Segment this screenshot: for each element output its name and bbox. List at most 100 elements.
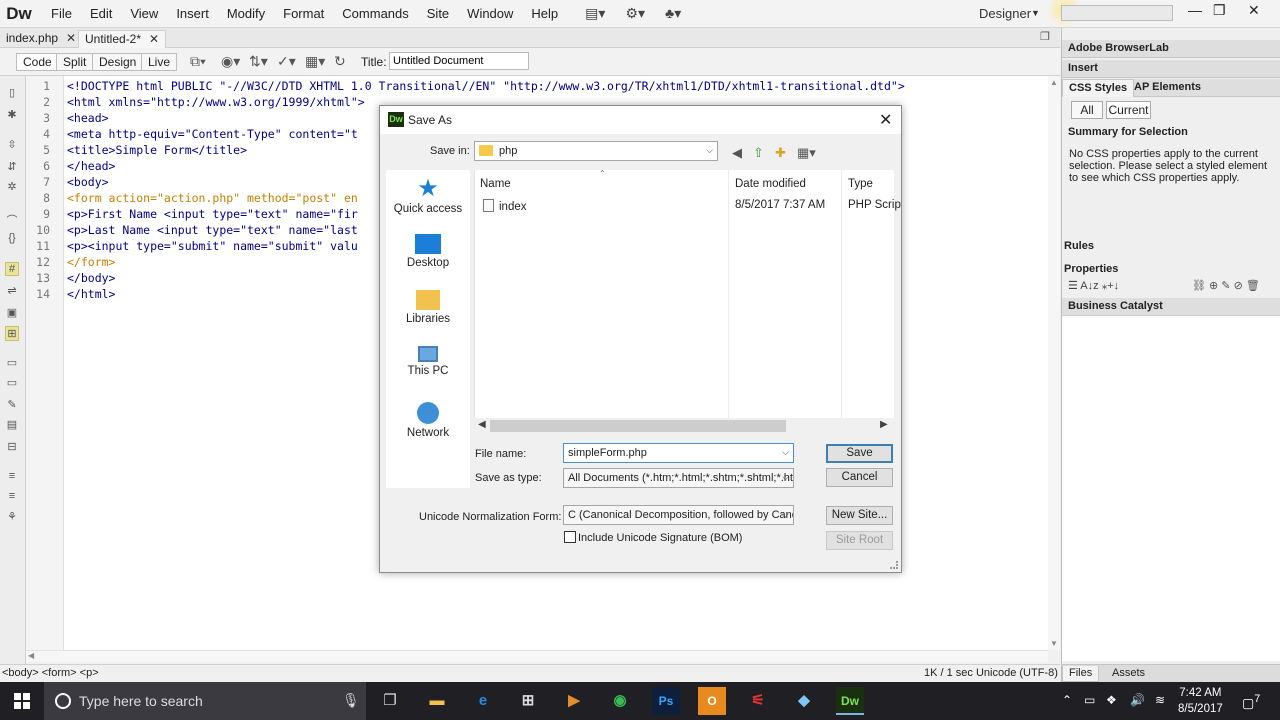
highlight-invalid-icon[interactable]: ⇌ bbox=[5, 284, 19, 297]
microphone-icon[interactable]: 🎙 bbox=[342, 692, 360, 709]
code-line[interactable]: <head> bbox=[67, 111, 109, 125]
scroll-left-icon[interactable]: ◀ bbox=[478, 419, 486, 430]
new-folder-icon[interactable]: ✚ bbox=[775, 145, 786, 161]
menu-edit[interactable]: Edit bbox=[81, 0, 121, 28]
wrap-tag-icon[interactable]: ✎ bbox=[5, 398, 19, 411]
tab-ap-elements[interactable]: AP Elements bbox=[1128, 79, 1207, 97]
code-line[interactable]: <html xmlns="http://www.w3.org/1999/xhtm… bbox=[67, 95, 365, 109]
close-icon[interactable]: ✕ bbox=[66, 31, 76, 45]
file-list-scrollbar[interactable]: ◀ ▶ bbox=[474, 418, 894, 434]
unicode-normalization-select[interactable]: C (Canonical Decomposition, followed by … bbox=[563, 505, 794, 525]
extend-gear-icon[interactable]: ⚙▾ bbox=[625, 5, 645, 22]
property-action-icons[interactable]: ⛓ ⊕ ✎ ⊘ 🗑 bbox=[1192, 279, 1260, 292]
braces-icon[interactable]: {} bbox=[5, 232, 19, 244]
property-view-icons[interactable]: ☰ A↓z ⁎+↓ bbox=[1068, 279, 1119, 292]
select-parent-icon[interactable]: ✲ bbox=[5, 180, 19, 193]
scroll-down-icon[interactable]: ▼ bbox=[1050, 639, 1058, 648]
code-line[interactable]: <p>Last Name <input type="text" name="la… bbox=[67, 223, 358, 237]
place-desktop[interactable]: Desktop bbox=[386, 234, 470, 269]
wifi-icon[interactable]: ≋ bbox=[1155, 693, 1165, 707]
menu-insert[interactable]: Insert bbox=[167, 0, 218, 28]
windows-start-icon[interactable] bbox=[14, 693, 30, 709]
tab-untitled-2[interactable]: Untitled-2* ✕ bbox=[78, 30, 167, 48]
save-in-select[interactable]: php ⌵ bbox=[474, 141, 718, 161]
menu-help[interactable]: Help bbox=[522, 0, 567, 28]
code-horizontal-scrollbar[interactable]: ◀ bbox=[26, 650, 1048, 662]
css-current-button[interactable]: Current bbox=[1106, 101, 1151, 119]
design-view-button[interactable]: Design bbox=[92, 53, 144, 71]
photoshop-icon[interactable]: Ps bbox=[652, 687, 680, 715]
bom-label[interactable]: Include Unicode Signature (BOM) bbox=[578, 532, 742, 544]
document-title-input[interactable] bbox=[389, 52, 529, 70]
code-line[interactable]: </head> bbox=[67, 159, 115, 173]
syntax-error-icon[interactable]: ▣ bbox=[5, 306, 19, 319]
place-libraries[interactable]: Libraries bbox=[386, 290, 470, 325]
panel-insert[interactable]: Insert bbox=[1062, 60, 1280, 78]
split-view-button[interactable]: Split bbox=[56, 53, 94, 71]
code-line[interactable]: </form> bbox=[67, 255, 115, 269]
live-view-button[interactable]: Live bbox=[141, 53, 178, 71]
code-line[interactable]: <p>First Name <input type="text" name="f… bbox=[67, 207, 358, 221]
panel-business-catalyst[interactable]: Business Catalyst bbox=[1062, 298, 1280, 316]
view-menu-icon[interactable]: ▦▾ bbox=[797, 145, 816, 161]
bom-checkbox[interactable] bbox=[564, 531, 576, 543]
site-icon[interactable]: ♣▾ bbox=[665, 5, 681, 22]
task-view-icon[interactable]: ❐ bbox=[376, 687, 404, 715]
multiscreen-icon[interactable]: ⧉▾ bbox=[190, 53, 206, 70]
balance-braces-icon[interactable]: ⌒ bbox=[5, 212, 19, 228]
code-line[interactable]: <!DOCTYPE html PUBLIC "-//W3C//DTD XHTML… bbox=[67, 79, 905, 93]
check-browser-icon[interactable]: ✓▾ bbox=[277, 53, 296, 70]
tab-css-styles[interactable]: CSS Styles bbox=[1062, 79, 1135, 97]
code-line[interactable]: <p><input type="submit" name="submit" va… bbox=[67, 239, 358, 253]
comment-icon[interactable]: ▭ bbox=[5, 356, 19, 369]
code-vertical-scrollbar[interactable]: ▲ ▼ bbox=[1048, 76, 1060, 650]
scroll-right-icon[interactable]: ▶ bbox=[880, 419, 888, 430]
visual-aids-icon[interactable]: ▦▾ bbox=[305, 53, 325, 70]
css-all-button[interactable]: All bbox=[1071, 101, 1103, 119]
move-css-icon[interactable]: ⊟ bbox=[5, 440, 19, 453]
battery-icon[interactable]: ▭ bbox=[1084, 693, 1095, 707]
place-this-pc[interactable]: This PC bbox=[386, 346, 470, 377]
close-icon[interactable]: ✕ bbox=[149, 32, 159, 46]
code-view-button[interactable]: Code bbox=[16, 53, 59, 71]
tray-chevron-icon[interactable]: ⌃ bbox=[1062, 693, 1072, 707]
notifications-icon[interactable]: ▢7 bbox=[1242, 693, 1260, 711]
file-name-input[interactable]: simpleForm.php ⌵ bbox=[563, 443, 794, 463]
code-line[interactable]: <title>Simple Form</title> bbox=[67, 143, 247, 157]
remove-comment-icon[interactable]: ▭ bbox=[5, 376, 19, 389]
code-line[interactable]: <form action="action.php" method="post" … bbox=[67, 191, 358, 205]
minimize-icon[interactable]: — bbox=[1188, 2, 1202, 18]
tab-assets[interactable]: Assets bbox=[1106, 666, 1151, 682]
scrollbar-thumb[interactable] bbox=[490, 420, 786, 432]
tab-files[interactable]: Files bbox=[1062, 666, 1100, 682]
tab-index-php[interactable]: index.php ✕ bbox=[0, 30, 82, 48]
menu-format[interactable]: Format bbox=[274, 0, 333, 28]
up-folder-icon[interactable]: ⇧ bbox=[753, 145, 764, 161]
file-row-name[interactable]: index bbox=[483, 199, 527, 213]
format-source-icon[interactable]: ⚘ bbox=[5, 510, 19, 523]
open-documents-icon[interactable]: ▯ bbox=[5, 86, 19, 99]
preview-icon[interactable]: ◉▾ bbox=[221, 53, 240, 70]
restore-icon[interactable]: ❐ bbox=[1213, 2, 1226, 19]
scroll-up-icon[interactable]: ▲ bbox=[1050, 78, 1058, 87]
refresh-icon[interactable]: ↻ bbox=[334, 53, 346, 70]
back-icon[interactable]: ◀ bbox=[732, 145, 742, 161]
store-icon[interactable]: ⊞ bbox=[514, 687, 542, 715]
resize-grip-icon[interactable] bbox=[890, 561, 898, 569]
menu-window[interactable]: Window bbox=[458, 0, 522, 28]
line-numbers-icon[interactable]: # bbox=[5, 262, 19, 276]
recent-snippets-icon[interactable]: ▤ bbox=[5, 418, 19, 431]
place-network[interactable]: Network bbox=[386, 402, 470, 439]
code-line[interactable]: </body> bbox=[67, 271, 115, 285]
app-icon[interactable]: ◆ bbox=[790, 687, 818, 715]
close-icon[interactable]: ✕ bbox=[879, 110, 892, 130]
edge-icon[interactable]: e bbox=[469, 687, 497, 715]
new-site-button[interactable]: New Site... bbox=[826, 506, 893, 525]
media-player-icon[interactable]: ▶ bbox=[560, 687, 588, 715]
code-line[interactable]: <body> bbox=[67, 175, 109, 189]
column-type[interactable]: Type bbox=[848, 178, 873, 190]
workspace-switcher[interactable]: Designer bbox=[979, 6, 1031, 21]
panel-browserlab[interactable]: Adobe BrowserLab bbox=[1062, 40, 1280, 58]
outdent-icon[interactable]: ≡ bbox=[5, 490, 19, 502]
restore-doc-icon[interactable]: ❐ bbox=[1040, 30, 1050, 43]
